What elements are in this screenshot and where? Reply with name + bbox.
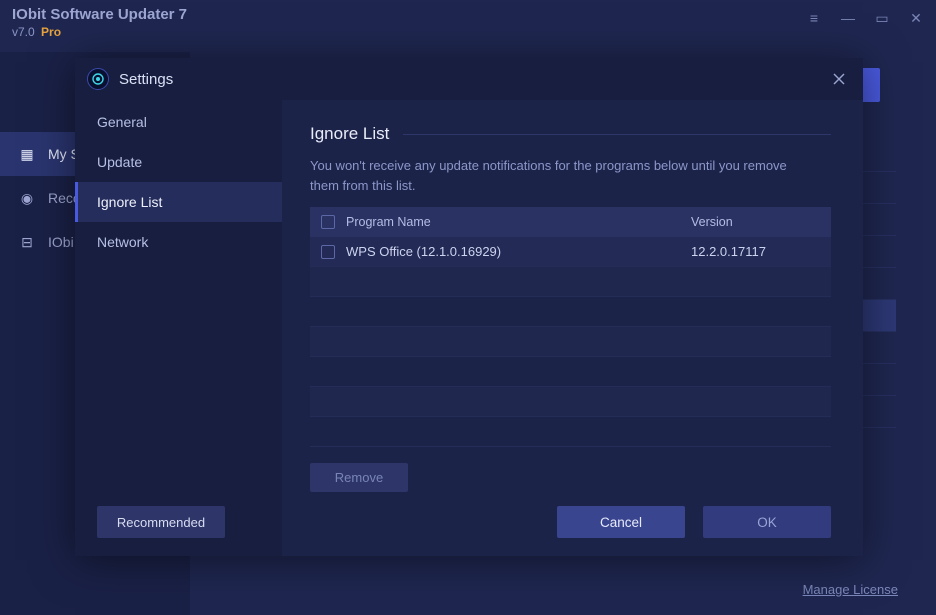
menu-icon[interactable]: ≡ [806,10,822,26]
sidebar-item-label: IObi [48,234,74,250]
settings-content: Ignore List You won't receive any update… [282,100,863,556]
recommended-button[interactable]: Recommended [97,506,225,538]
circle-icon: ◉ [18,190,36,207]
ok-button[interactable]: OK [703,506,831,538]
manage-license-link[interactable]: Manage License [803,582,898,597]
nav-general[interactable]: General [75,102,282,142]
table-row-empty [310,327,831,357]
row-program-name: WPS Office (12.1.0.16929) [346,244,691,259]
nav-update[interactable]: Update [75,142,282,182]
col-version: Version [691,215,831,229]
grid-icon: ▦ [18,146,36,163]
app-title: IObit Software Updater 7 [12,6,187,23]
panel-heading: Ignore List [310,124,831,144]
main-titlebar: IObit Software Updater 7 v7.0 Pro ≡ — ▭ … [0,0,936,52]
select-all-checkbox[interactable] [321,215,335,229]
panel-description: You won't receive any update notificatio… [310,156,790,195]
close-icon[interactable] [829,69,849,89]
settings-modal: Settings General Update Ignore List Netw… [75,58,863,556]
table-row-empty [310,417,831,447]
modal-header: Settings [75,58,863,100]
box-icon: ⊟ [18,234,36,251]
col-program-name: Program Name [346,215,691,229]
nav-network[interactable]: Network [75,222,282,262]
table-row[interactable]: WPS Office (12.1.0.16929) 12.2.0.17117 [310,237,831,267]
app-version: v7.0 Pro [12,25,187,39]
row-checkbox[interactable] [321,245,335,259]
window-controls: ≡ — ▭ ✕ [806,6,924,26]
modal-title: Settings [119,71,173,88]
modal-footer: Cancel OK [310,492,831,538]
ignore-table: Program Name Version WPS Office (12.1.0.… [310,207,831,447]
table-row-empty [310,357,831,387]
table-row-empty [310,297,831,327]
table-header: Program Name Version [310,207,831,237]
maximize-icon[interactable]: ▭ [874,10,890,26]
table-row-empty [310,387,831,417]
minimize-icon[interactable]: — [840,10,856,26]
remove-button[interactable]: Remove [310,463,408,492]
close-window-icon[interactable]: ✕ [908,10,924,26]
app-logo-icon [87,68,109,90]
table-row-empty [310,267,831,297]
cancel-button[interactable]: Cancel [557,506,685,538]
nav-ignore-list[interactable]: Ignore List [75,182,282,222]
settings-nav: General Update Ignore List Network Recom… [75,100,282,556]
row-version: 12.2.0.17117 [691,244,831,259]
